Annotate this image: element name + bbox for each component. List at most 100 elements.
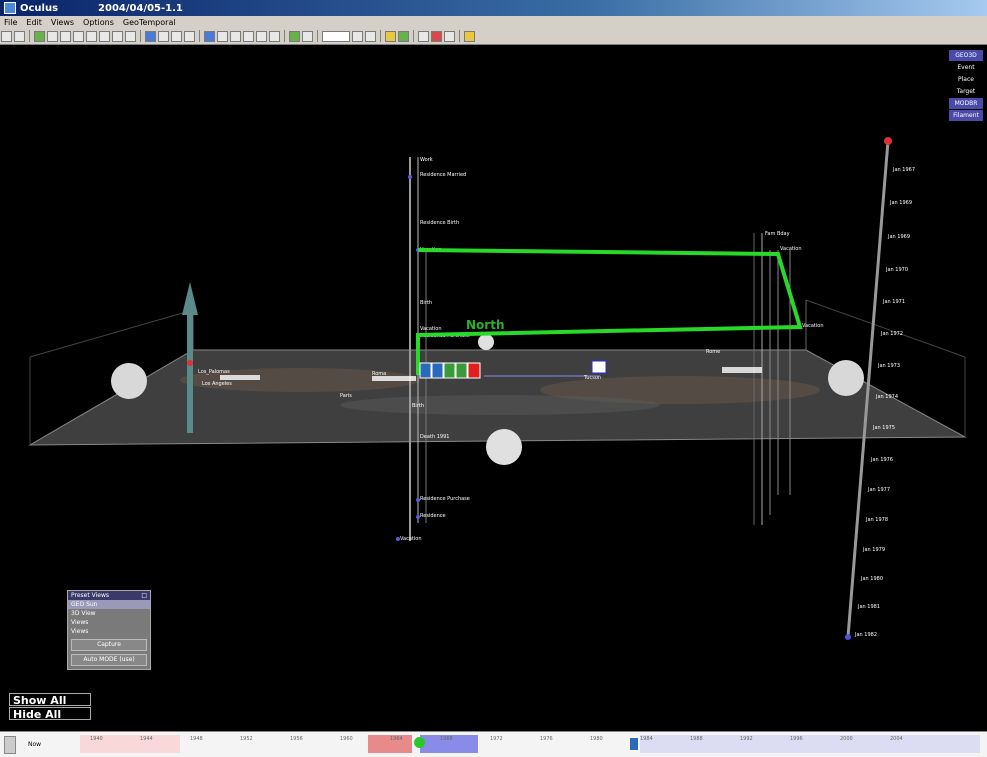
menu-edit[interactable]: Edit [26,18,42,27]
path-icon[interactable] [243,30,254,42]
display-icon[interactable] [302,30,313,42]
person-icon[interactable] [455,362,468,379]
toolbar-separator [140,30,141,42]
point-icon[interactable] [217,30,228,42]
tag-icon[interactable] [398,30,409,42]
mast-node[interactable] [408,175,412,179]
move-icon[interactable] [256,30,267,42]
mid-mast-label: Fam Bday [765,231,790,237]
timeline-marker-icon[interactable] [630,738,638,750]
preset-views-header: Preset Views □ [68,591,150,600]
menu-options[interactable]: Options [83,18,114,27]
mast-node[interactable] [416,498,420,502]
grid-icon[interactable] [269,30,280,42]
layers-icon[interactable] [204,30,215,42]
person-icon[interactable] [443,362,456,379]
window-title: Oculus [20,2,59,14]
expand-icon[interactable] [352,30,363,42]
select-icon[interactable] [145,30,156,42]
capture-button[interactable]: Capture [71,639,147,651]
polygon-icon[interactable] [184,30,195,42]
collapse-icon[interactable] [365,30,376,42]
time-axis-end-marker[interactable] [845,634,851,640]
rotate-icon[interactable] [47,30,58,42]
preset-item[interactable]: Views [68,627,150,636]
person-icon[interactable] [431,362,444,379]
mode-filament[interactable]: Filament [949,110,983,121]
preset-views-panel: Preset Views □ GEO Sun 3D View Views Vie… [67,590,151,670]
menu-views[interactable]: Views [51,18,74,27]
preset-item[interactable]: Views [68,618,150,627]
navigation-sphere[interactable] [828,360,864,396]
person-icon[interactable] [419,362,432,379]
event-marker[interactable] [722,367,762,373]
time-label: Jan 1977 [867,487,890,493]
timeline-tick: 1996 [790,736,803,742]
rect-icon[interactable] [158,30,169,42]
box-edge [805,299,966,358]
arrow-right-icon[interactable] [125,30,136,42]
menu-file[interactable]: File [4,18,17,27]
zoom-icon[interactable] [60,30,71,42]
mode-geo3d[interactable]: GEO3D [949,50,983,61]
bookmark-icon[interactable] [385,30,396,42]
show-all-button[interactable]: Show All [9,693,91,707]
geo-3d-viewport[interactable]: Work Residence Married Residence Birth V… [0,45,987,731]
time-label: Jan 1982 [854,632,877,638]
camera-icon[interactable] [418,30,429,42]
time-label: Jan 1969 [887,234,910,240]
time-axis-start-marker[interactable] [884,137,892,145]
place-label[interactable]: Los_Palomas [198,369,230,375]
mode-event[interactable]: Event [949,62,983,73]
auto-mode-button[interactable]: Auto MODE (use) [71,654,147,666]
line-icon[interactable] [230,30,241,42]
arrow-down-icon[interactable] [99,30,110,42]
fit-icon[interactable] [73,30,84,42]
menu-geotemporal[interactable]: GeoTemporal [123,18,176,27]
mast-node[interactable] [396,537,400,541]
settings-icon[interactable] [464,30,475,42]
mode-modbr[interactable]: MODBR [949,98,983,109]
record-icon[interactable] [431,30,442,42]
time-label: Jan 1975 [872,425,895,431]
zoom-out-icon[interactable] [1,30,12,42]
navigation-sphere[interactable] [478,334,494,350]
preset-item[interactable]: GEO Sun [68,600,150,609]
arrow-left-icon[interactable] [112,30,123,42]
timeline-tick: 1952 [240,736,253,742]
navigation-sphere[interactable] [486,429,522,465]
event-marker[interactable] [372,376,416,381]
place-label[interactable]: Los Angeles [202,381,232,387]
pan-icon[interactable] [34,30,45,42]
mast-node[interactable] [416,515,420,519]
circle-icon[interactable] [171,30,182,42]
timeline-bar[interactable]: Now 1940 1944 1948 1952 1956 1960 1964 1… [0,731,987,757]
target-icon[interactable] [591,360,607,374]
timeline-tick: 1964 [390,736,403,742]
timeline-handle[interactable] [4,736,16,754]
compass-arrow-head[interactable] [182,282,198,315]
mode-place[interactable]: Place [949,74,983,85]
timeline-cursor-icon[interactable] [414,737,425,748]
timeline-tick: 1976 [540,736,553,742]
find-icon[interactable] [289,30,300,42]
place-label[interactable]: Paris [340,393,352,399]
mode-target[interactable]: Target [949,86,983,97]
compass-arrow-marker [187,360,193,366]
mid-mast-label: Vacation [780,246,802,252]
hide-all-button[interactable]: Hide All [9,707,91,721]
place-label[interactable]: Rome [706,349,720,355]
mast-label: Vacation [400,536,422,542]
navigation-sphere[interactable] [111,363,147,399]
zoom-level-field[interactable] [322,30,350,42]
timeline-tick: 1988 [690,736,703,742]
preset-item[interactable]: 3D View [68,609,150,618]
flag-icon[interactable] [467,362,481,379]
toolbar-separator [199,30,200,42]
play-icon[interactable] [444,30,455,42]
time-label: Jan 1978 [865,517,888,523]
arrow-up-icon[interactable] [86,30,97,42]
close-icon[interactable]: □ [141,592,147,599]
zoom-in-icon[interactable] [14,30,25,42]
event-marker[interactable] [220,375,260,380]
